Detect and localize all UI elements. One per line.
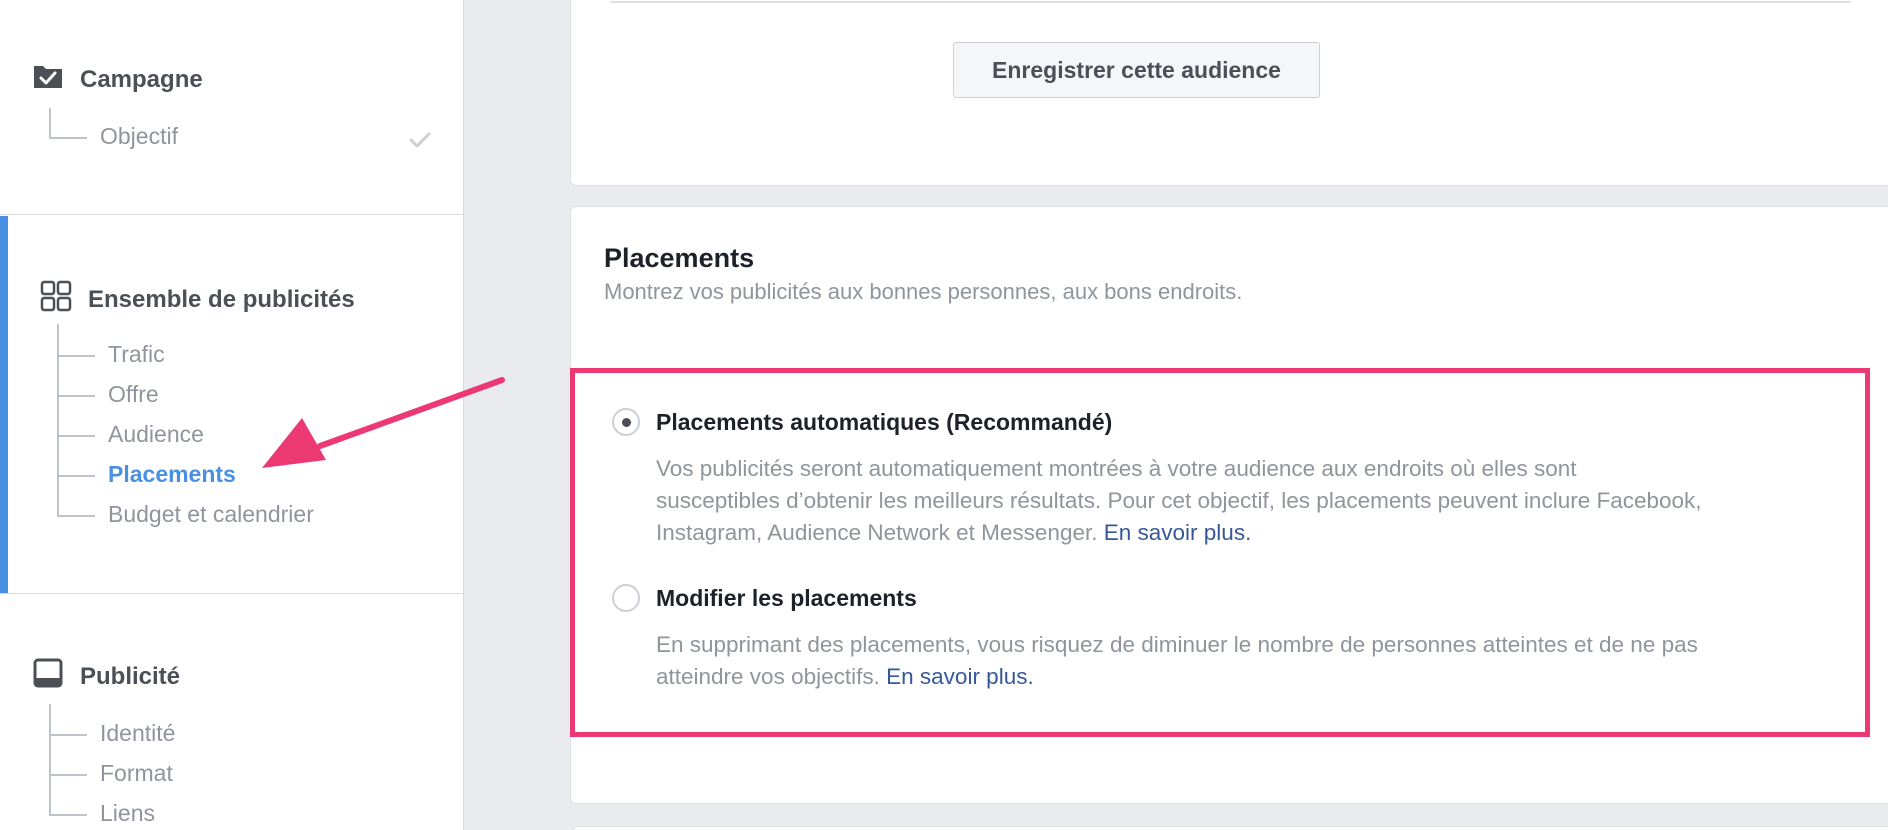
sidebar-item-budget[interactable]: Budget et calendrier xyxy=(108,501,314,528)
checkmark-icon xyxy=(408,128,432,152)
tree-line xyxy=(49,108,51,139)
next-card-edge xyxy=(572,826,1888,830)
highlight-annotation-box xyxy=(570,368,1870,737)
tree-branch xyxy=(57,515,95,517)
placements-title: Placements xyxy=(604,243,755,273)
sidebar-item-identite[interactable]: Identité xyxy=(100,720,175,747)
sidebar-item-objectif[interactable]: Objectif xyxy=(100,123,178,150)
section-title-ad-set: Ensemble de publicités xyxy=(88,285,355,313)
tree-branch xyxy=(57,355,95,357)
tree-branch xyxy=(49,774,87,776)
save-audience-button[interactable]: Enregistrer cette audience xyxy=(953,42,1320,98)
divider xyxy=(611,1,1851,3)
sidebar-item-format[interactable]: Format xyxy=(100,760,173,787)
tree-branch xyxy=(49,814,87,816)
section-divider xyxy=(0,593,464,594)
sidebar-item-audience[interactable]: Audience xyxy=(108,421,204,448)
sidebar-item-liens[interactable]: Liens xyxy=(100,800,155,827)
sidebar-item-placements[interactable]: Placements xyxy=(108,461,236,488)
section-divider xyxy=(0,214,464,215)
tree-branch xyxy=(57,395,95,397)
folder-check-icon xyxy=(32,62,64,97)
grid-icon xyxy=(40,280,72,319)
sidebar-section-ad[interactable]: Publicité xyxy=(32,658,180,695)
sidebar-item-trafic[interactable]: Trafic xyxy=(108,341,165,368)
sidebar-item-offre[interactable]: Offre xyxy=(108,381,159,408)
sidebar-section-ad-set[interactable]: Ensemble de publicités xyxy=(40,280,355,319)
tree-line xyxy=(49,704,51,816)
tree-branch xyxy=(57,475,95,477)
device-icon xyxy=(32,658,64,695)
tree-branch xyxy=(57,435,95,437)
tree-branch xyxy=(49,137,87,139)
active-section-indicator xyxy=(0,216,8,593)
section-title-campaign: Campagne xyxy=(80,65,203,93)
tree-line xyxy=(57,324,59,516)
tree-branch xyxy=(49,734,87,736)
sidebar: Campagne Objectif Ensemble de publicités… xyxy=(0,0,464,830)
sidebar-section-campaign[interactable]: Campagne xyxy=(32,62,203,97)
section-title-ad: Publicité xyxy=(80,662,181,690)
placements-subtitle: Montrez vos publicités aux bonnes person… xyxy=(604,279,1243,304)
